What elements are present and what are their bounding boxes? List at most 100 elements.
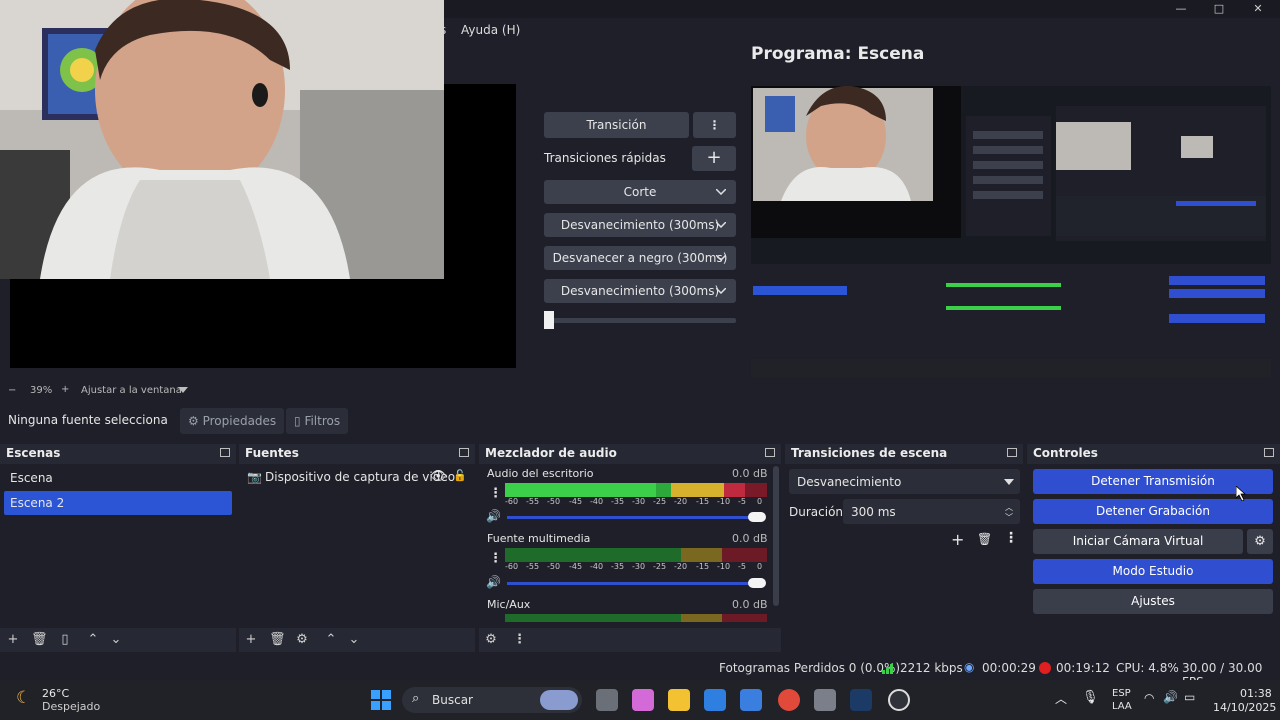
duration-label: Duración <box>789 505 844 519</box>
float-icon[interactable] <box>220 448 230 457</box>
weather-temp[interactable]: 26°C <box>42 687 69 700</box>
eye-icon[interactable]: 👁 <box>430 469 447 484</box>
volume-slider-track[interactable] <box>507 582 757 585</box>
filter-icon[interactable]: ▯ <box>59 633 71 646</box>
meter-yellow-dim <box>680 548 723 562</box>
quick-transition-1[interactable]: Desvanecimiento (300ms) <box>544 213 736 237</box>
source-item[interactable]: 📷 Dispositivo de captura de video 👁 🔓 <box>247 468 471 488</box>
kebab-icon[interactable]: ⋮ <box>489 486 502 501</box>
task-view-icon[interactable] <box>596 689 618 711</box>
duration-spinbox[interactable]: 300 ms ︿ ﹀ <box>843 499 1020 524</box>
move-up-icon[interactable]: ⌃ <box>325 633 337 646</box>
trash-icon[interactable]: 🗑 <box>31 633 48 646</box>
channel-db: 0.0 dB <box>732 532 768 545</box>
wifi-icon[interactable]: ◠ <box>1144 691 1154 705</box>
float-icon[interactable] <box>1264 448 1274 457</box>
filters-button[interactable]: ▯ Filtros <box>286 408 349 434</box>
add-icon[interactable]: + <box>951 530 964 549</box>
controls-title: Controles <box>1033 446 1098 460</box>
kebab-icon[interactable]: ⋮ <box>513 633 526 646</box>
trash-icon[interactable]: 🗑 <box>977 532 992 546</box>
tbar-handle[interactable] <box>544 311 554 329</box>
lang-top[interactable]: ESP <box>1112 688 1131 699</box>
copilot-icon[interactable] <box>632 689 654 711</box>
move-down-icon[interactable]: ⌄ <box>110 633 122 646</box>
float-icon[interactable] <box>1007 448 1017 457</box>
obs-icon[interactable] <box>888 689 910 711</box>
meter-tick-label: -55 <box>526 562 540 571</box>
meter-tick-label: -45 <box>569 562 583 571</box>
microphone-icon[interactable]: 🎙 <box>1082 690 1099 705</box>
battery-icon[interactable]: ▭ <box>1184 690 1195 704</box>
speaker-icon[interactable]: 🔊 <box>486 575 501 589</box>
meter-red-dim <box>722 548 767 562</box>
chevron-down-icon <box>716 255 726 261</box>
gear-icon[interactable]: ⚙ <box>296 633 308 646</box>
webcam-video <box>0 0 444 279</box>
add-icon[interactable]: + <box>7 633 19 646</box>
virtual-camera-button[interactable]: Iniciar Cámara Virtual <box>1033 529 1243 554</box>
notepad-icon[interactable] <box>740 689 762 711</box>
weather-desc[interactable]: Despejado <box>42 700 100 713</box>
transition-more-button[interactable]: ⋮ <box>693 112 736 138</box>
quick-transition-0[interactable]: Corte <box>544 180 736 204</box>
transition-button[interactable]: Transición <box>544 112 689 138</box>
volume-icon[interactable]: 🔊 <box>1163 690 1178 704</box>
studio-mode-button[interactable]: Modo Estudio <box>1033 559 1273 584</box>
kebab-icon[interactable]: ⋮ <box>489 551 502 566</box>
tbar-track[interactable] <box>544 318 736 323</box>
file-explorer-icon[interactable] <box>668 689 690 711</box>
store-icon[interactable] <box>704 689 726 711</box>
quick-transition-3[interactable]: Desvanecimiento (300ms) <box>544 279 736 303</box>
volume-slider-handle[interactable] <box>748 512 766 522</box>
scene-item-selected[interactable]: Escena 2 <box>4 491 232 515</box>
chevron-up-icon[interactable]: ︿ <box>1055 690 1067 707</box>
stop-record-button[interactable]: Detener Grabación <box>1033 499 1273 524</box>
settings-app-icon[interactable] <box>814 689 836 711</box>
chevron-down-icon[interactable] <box>178 387 188 393</box>
zoom-in-button[interactable]: + <box>61 384 69 395</box>
gear-icon[interactable]: ⚙ <box>1247 529 1273 554</box>
close-button[interactable]: ✕ <box>1243 2 1273 16</box>
channel-db: 0.0 dB <box>732 467 768 480</box>
trash-icon[interactable]: 🗑 <box>269 633 286 646</box>
meter-tick-label: -55 <box>526 497 540 506</box>
clock-date[interactable]: 14/10/2025 <box>1213 701 1276 714</box>
chrome-icon[interactable] <box>778 689 800 711</box>
clock-time[interactable]: 01:38 <box>1240 687 1272 700</box>
float-icon[interactable] <box>459 448 469 457</box>
lang-bottom[interactable]: LAA <box>1112 701 1132 712</box>
volume-slider-track[interactable] <box>507 516 757 519</box>
add-icon[interactable]: + <box>245 633 257 646</box>
volume-slider-handle[interactable] <box>748 578 766 588</box>
chevron-down-icon <box>716 288 726 294</box>
move-down-icon[interactable]: ⌄ <box>348 633 360 646</box>
meter-tick-label: -40 <box>590 562 604 571</box>
search-icon: ⌕ <box>412 691 420 706</box>
taskbar-search[interactable]: ⌕ Buscar <box>402 687 582 713</box>
steam-icon[interactable] <box>850 689 872 711</box>
zoom-out-button[interactable]: − <box>8 385 16 396</box>
settings-button[interactable]: Ajustes <box>1033 589 1273 614</box>
transition-select-value: Desvanecimiento <box>797 475 902 489</box>
scene-item[interactable]: Escena <box>4 466 232 490</box>
speaker-icon[interactable]: 🔊 <box>486 509 501 523</box>
add-quick-transition-button[interactable]: + <box>692 146 736 171</box>
kebab-icon[interactable]: ⋮ <box>1004 530 1018 546</box>
zoom-fit-label[interactable]: Ajustar a la ventana <box>81 385 182 396</box>
menu-item-help[interactable]: Ayuda (H) <box>461 23 520 37</box>
float-icon[interactable] <box>765 448 775 457</box>
mixer-settings-icon[interactable]: ⚙ <box>485 633 497 646</box>
channel-name: Fuente multimedia <box>487 532 591 545</box>
windows-start-icon[interactable] <box>371 690 391 710</box>
mixer-scrollbar[interactable] <box>773 466 779 606</box>
lock-icon[interactable]: 🔓 <box>453 469 467 482</box>
transition-select[interactable]: Desvanecimiento <box>789 469 1020 494</box>
quick-transition-2[interactable]: Desvanecer a negro (300ms) <box>544 246 736 270</box>
minimize-button[interactable]: — <box>1166 2 1196 16</box>
meter-green-dim <box>505 548 681 562</box>
move-up-icon[interactable]: ⌃ <box>87 633 99 646</box>
properties-button[interactable]: ⚙ Propiedades <box>180 408 285 434</box>
chevron-down-icon[interactable]: ﹀ <box>1005 512 1013 523</box>
maximize-button[interactable]: □ <box>1204 2 1234 16</box>
